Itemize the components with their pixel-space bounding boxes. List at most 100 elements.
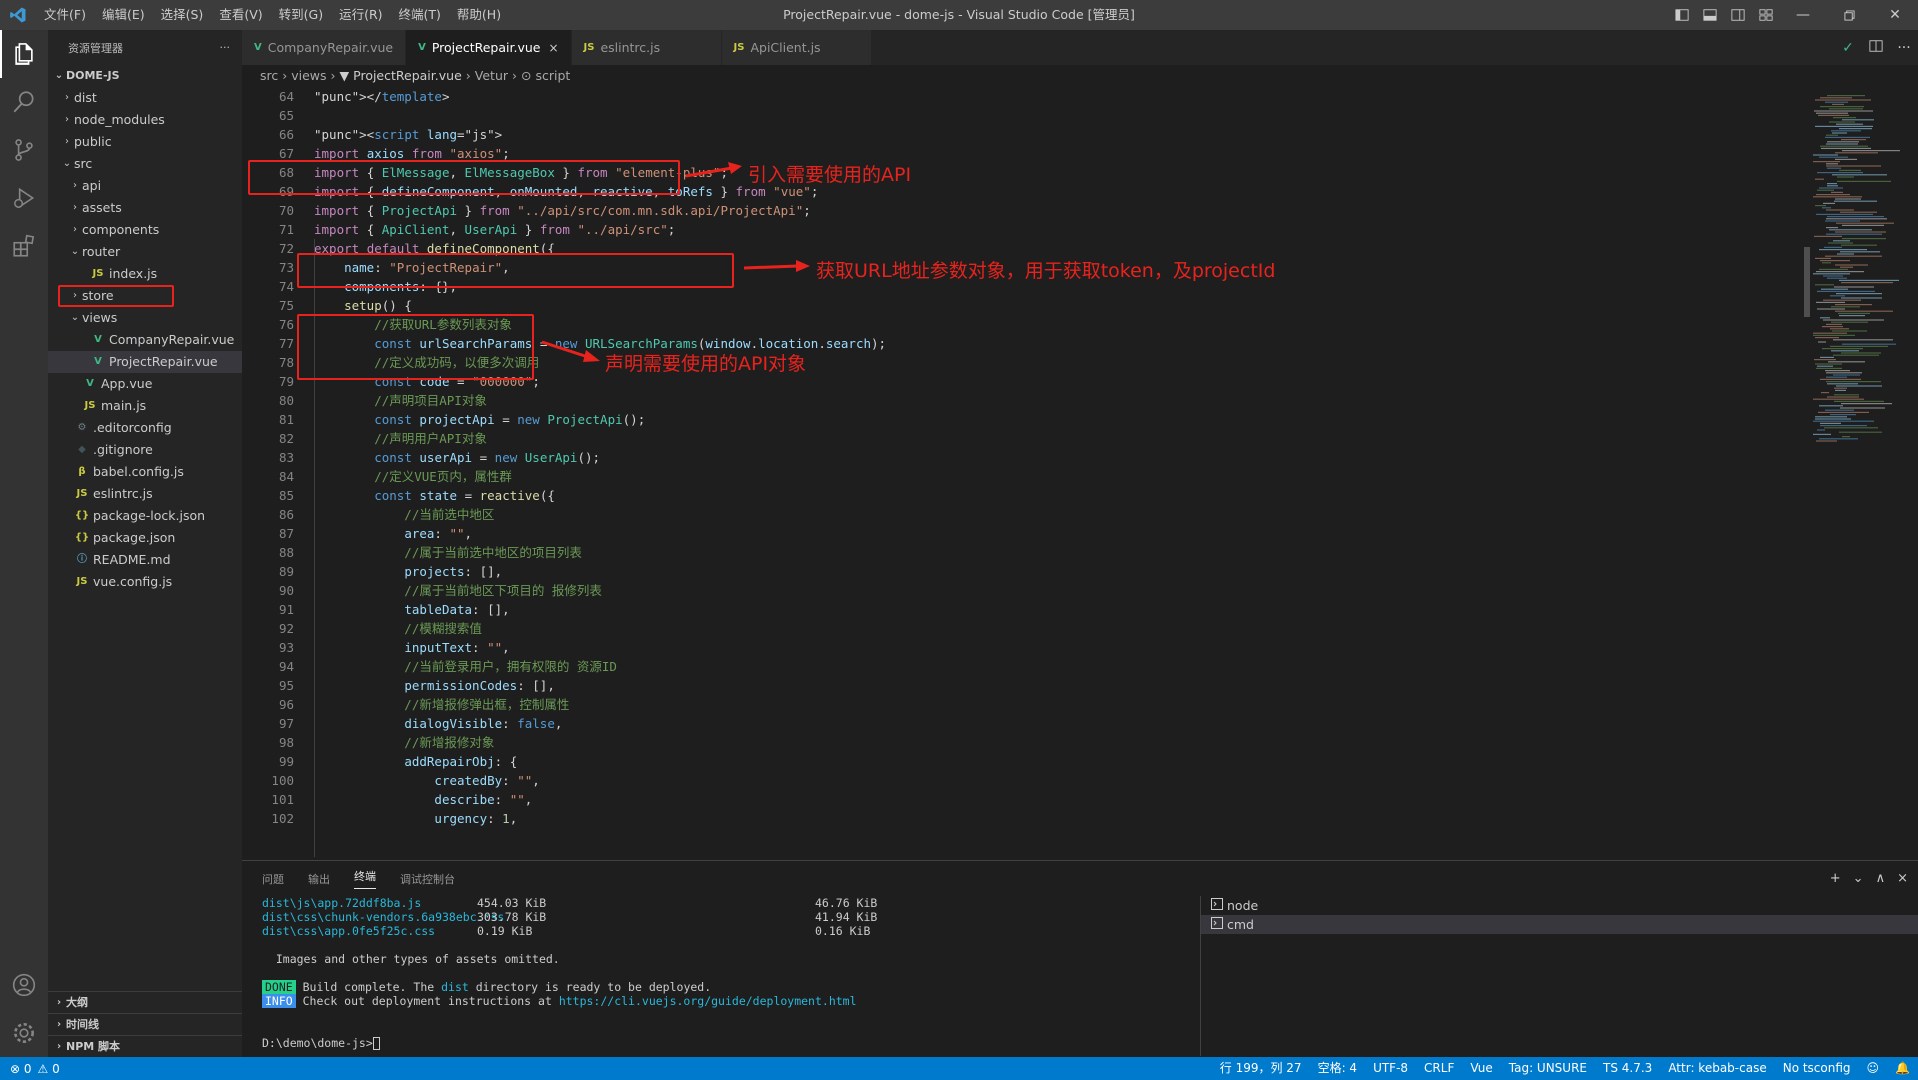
tab-eslintrc[interactable]: JS eslintrc.js (571, 30, 722, 65)
breadcrumb-item[interactable]: ▼ ProjectRepair.vue (340, 65, 462, 87)
ts-version[interactable]: TS 4.7.3 (1595, 1057, 1660, 1080)
customize-layout-icon[interactable] (1752, 0, 1780, 30)
toggle-sidebar-icon[interactable] (1668, 0, 1696, 30)
code-line[interactable]: 97 dialogVisible: false, (242, 714, 1802, 733)
code-line[interactable]: 95 permissionCodes: [], (242, 676, 1802, 695)
cursor-position[interactable]: 行 199，列 27 (1212, 1057, 1310, 1080)
tree-item[interactable]: JS main.js (48, 395, 242, 417)
code-line[interactable]: 81 const projectApi = new ProjectApi(); (242, 410, 1802, 429)
tree-item[interactable]: ◆ .gitignore (48, 439, 242, 461)
menu-help[interactable]: 帮助(H) (449, 0, 509, 30)
tag-casing[interactable]: Tag: UNSURE (1501, 1057, 1595, 1080)
code-editor[interactable]: 64 "punc"></template> 65 66 "punc"><script l… (242, 87, 1802, 857)
maximize-panel-icon[interactable]: ∧ (1876, 871, 1886, 886)
language-mode[interactable]: Vue (1462, 1057, 1500, 1080)
more-actions-icon[interactable]: ··· (1890, 40, 1918, 56)
close-tab-icon[interactable]: × (548, 41, 558, 55)
toggle-panel-icon[interactable] (1696, 0, 1724, 30)
restore-icon[interactable] (1826, 0, 1872, 30)
new-terminal-icon[interactable]: + (1830, 871, 1841, 886)
tree-item[interactable]: {} package-lock.json (48, 505, 242, 527)
tab-problems[interactable]: 问题 (262, 871, 284, 887)
tree-item[interactable]: β babel.config.js (48, 461, 242, 483)
tab-apiclient[interactable]: JS ApiClient.js (721, 30, 872, 65)
tab-company-repair[interactable]: V CompanyRepair.vue (242, 30, 407, 65)
warnings-count[interactable]: ⚠ 0 (38, 1062, 60, 1076)
settings-gear-icon[interactable] (0, 1009, 48, 1057)
breadcrumb-item[interactable]: src (260, 65, 278, 87)
code-line[interactable]: 84 //定义VUE页内，属性群 (242, 467, 1802, 486)
tree-item[interactable]: JS vue.config.js (48, 571, 242, 593)
tree-item[interactable]: V CompanyRepair.vue (48, 329, 242, 351)
code-line[interactable]: 101 describe: "", (242, 790, 1802, 809)
tab-debug-console[interactable]: 调试控制台 (400, 871, 455, 887)
code-line[interactable]: 88 //属于当前选中地区的项目列表 (242, 543, 1802, 562)
terminal-output[interactable]: dist\js\app.72ddf8ba.js 454.03 KiB 46.76 K… (262, 896, 1182, 1056)
tsconfig-status[interactable]: No tsconfig (1775, 1057, 1859, 1080)
code-line[interactable]: 98 //新增报修对象 (242, 733, 1802, 752)
code-line[interactable]: 64 "punc"></template> (242, 87, 1802, 106)
accounts-icon[interactable] (0, 961, 48, 1009)
code-line[interactable]: 83 const userApi = new UserApi(); (242, 448, 1802, 467)
attr-casing[interactable]: Attr: kebab-case (1660, 1057, 1774, 1080)
tree-root[interactable]: ⌄ DOME-JS (48, 65, 242, 87)
menu-selection[interactable]: 选择(S) (153, 0, 212, 30)
tree-item[interactable]: JS index.js (48, 263, 242, 285)
menu-go[interactable]: 转到(G) (271, 0, 331, 30)
breadcrumb-item[interactable]: views (291, 65, 326, 87)
errors-count[interactable]: ⊗ 0 (10, 1062, 32, 1076)
tree-item[interactable]: ⌄ router (48, 241, 242, 263)
code-line[interactable]: 85 const state = reactive({ (242, 486, 1802, 505)
toggle-secondary-sidebar-icon[interactable] (1724, 0, 1752, 30)
notifications-bell-icon[interactable]: 🔔 (1887, 1057, 1918, 1080)
tab-output[interactable]: 输出 (308, 871, 330, 887)
code-line[interactable]: 70 import { ProjectApi } from "../api/src… (242, 201, 1802, 220)
scroll-thumb[interactable] (1804, 247, 1810, 317)
tree-item[interactable]: V ProjectRepair.vue (48, 351, 242, 373)
code-line[interactable]: 99 addRepairObj: { (242, 752, 1802, 771)
tree-item[interactable]: › assets (48, 197, 242, 219)
tree-item[interactable]: › public (48, 131, 242, 153)
close-window-icon[interactable]: ✕ (1872, 0, 1918, 30)
tree-item[interactable]: › api (48, 175, 242, 197)
extensions-icon[interactable] (0, 222, 48, 270)
menu-terminal[interactable]: 终端(T) (391, 0, 449, 30)
minimize-icon[interactable]: — (1780, 0, 1826, 30)
tree-item[interactable]: V App.vue (48, 373, 242, 395)
explorer-icon[interactable] (0, 30, 48, 78)
vue-preview-icon[interactable]: ✓ (1834, 40, 1862, 56)
menu-file[interactable]: 文件(F) (36, 0, 94, 30)
tree-item[interactable]: › node_modules (48, 109, 242, 131)
code-line[interactable]: 87 area: "", (242, 524, 1802, 543)
menu-view[interactable]: 查看(V) (211, 0, 270, 30)
menu-edit[interactable]: 编辑(E) (94, 0, 153, 30)
code-line[interactable]: 82 //声明用户API对象 (242, 429, 1802, 448)
tree-item[interactable]: ⓘ README.md (48, 549, 242, 571)
feedback-icon[interactable]: ☺ (1859, 1057, 1888, 1080)
tree-item[interactable]: › dist (48, 87, 242, 109)
tab-project-repair[interactable]: V ProjectRepair.vue × (406, 30, 572, 65)
close-panel-icon[interactable]: × (1897, 871, 1908, 886)
code-line[interactable]: 80 //声明项目API对象 (242, 391, 1802, 410)
code-line[interactable]: 71 import { ApiClient, UserApi } from "..… (242, 220, 1802, 239)
minimap[interactable] (1807, 87, 1902, 567)
terminal-item-node[interactable]: node (1201, 896, 1918, 915)
terminal-item-cmd[interactable]: cmd (1201, 915, 1918, 934)
code-line[interactable]: 100 createdBy: "", (242, 771, 1802, 790)
npm-scripts-section[interactable]: › NPM 脚本 (48, 1035, 242, 1057)
tree-item[interactable]: {} package.json (48, 527, 242, 549)
breadcrumb-item[interactable]: Vetur (475, 65, 508, 87)
code-line[interactable]: 102 urgency: 1, (242, 809, 1802, 828)
tab-terminal[interactable]: 终端 (354, 868, 376, 889)
search-icon[interactable] (0, 78, 48, 126)
code-line[interactable]: 89 projects: [], (242, 562, 1802, 581)
run-debug-icon[interactable] (0, 174, 48, 222)
code-line[interactable]: 96 //新增报修弹出框，控制属性 (242, 695, 1802, 714)
code-line[interactable]: 91 tableData: [], (242, 600, 1802, 619)
code-line[interactable]: 94 //当前登录用户，拥有权限的 资源ID (242, 657, 1802, 676)
tree-item[interactable]: ⌄ src (48, 153, 242, 175)
outline-section[interactable]: › 大纲 (48, 991, 242, 1013)
split-editor-icon[interactable] (1862, 39, 1890, 57)
code-line[interactable]: 65 (242, 106, 1802, 125)
more-actions-icon[interactable]: ··· (220, 41, 231, 54)
